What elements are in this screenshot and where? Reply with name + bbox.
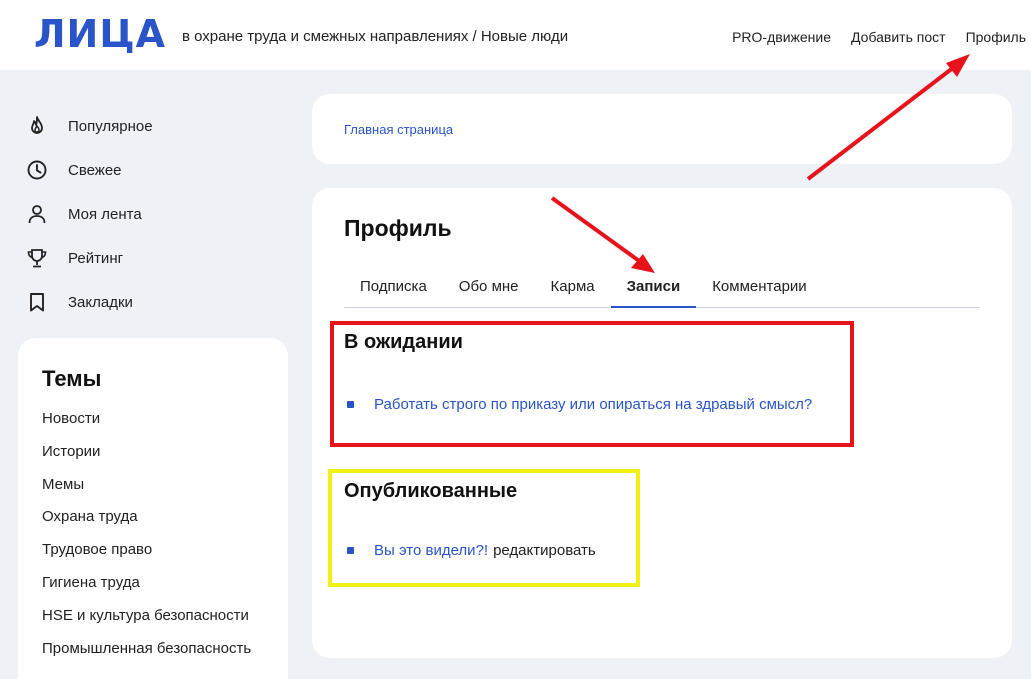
sidebar-item-label: Закладки: [68, 293, 133, 311]
annotation-red-box: [330, 321, 854, 447]
topic-item[interactable]: Охрана труда: [42, 508, 264, 541]
topic-item[interactable]: HSE и культура безопасности: [42, 607, 264, 640]
nav-pro-movement[interactable]: PRO-движение: [732, 28, 831, 46]
tab-posts[interactable]: Записи: [610, 268, 697, 308]
clock-icon: [26, 159, 48, 181]
tab-karma[interactable]: Карма: [535, 268, 611, 308]
sidebar-item-label: Свежее: [68, 161, 122, 179]
sidebar-item-my-feed[interactable]: Моя лента: [26, 192, 286, 236]
flame-icon: [26, 115, 48, 137]
topic-item[interactable]: Промышленная безопасность: [42, 640, 264, 673]
header: ЛИЦА в охране труда и смежных направлени…: [0, 0, 1031, 70]
site-logo[interactable]: ЛИЦА: [34, 14, 166, 54]
sidebar-nav: Популярное Свежее Моя лента Рейтинг Закл…: [26, 104, 286, 324]
page-title: Профиль: [344, 215, 452, 241]
bookmark-icon: [26, 291, 48, 313]
sidebar-item-rating[interactable]: Рейтинг: [26, 236, 286, 280]
tab-about[interactable]: Обо мне: [443, 268, 535, 308]
nav-add-post[interactable]: Добавить пост: [851, 28, 946, 46]
tab-comments[interactable]: Комментарии: [696, 268, 822, 308]
topic-item[interactable]: Истории: [42, 443, 264, 476]
top-nav: PRO-движение Добавить пост Профиль: [732, 28, 1031, 46]
topics-title: Темы: [42, 366, 102, 391]
topic-item[interactable]: Гигиена труда: [42, 574, 264, 607]
profile-tabs: Подписка Обо мне Карма Записи Комментари…: [344, 268, 980, 308]
sidebar-item-popular[interactable]: Популярное: [26, 104, 286, 148]
tab-subscription[interactable]: Подписка: [344, 268, 443, 308]
nav-profile[interactable]: Профиль: [966, 28, 1026, 46]
user-icon: [26, 203, 48, 225]
topic-item[interactable]: Трудовое право: [42, 541, 264, 574]
sidebar-item-label: Моя лента: [68, 205, 142, 223]
site-tagline: в охране труда и смежных направлениях / …: [182, 28, 569, 45]
sidebar-item-fresh[interactable]: Свежее: [26, 148, 286, 192]
sidebar-item-label: Популярное: [68, 117, 153, 135]
sidebar-item-label: Рейтинг: [68, 249, 124, 267]
topics-list: Новости Истории Мемы Охрана труда Трудов…: [42, 410, 264, 672]
breadcrumb-home-link[interactable]: Главная страница: [344, 122, 453, 137]
trophy-icon: [26, 247, 48, 269]
annotation-yellow-box: [328, 469, 640, 587]
sidebar-item-bookmarks[interactable]: Закладки: [26, 280, 286, 324]
topics-panel: Темы Новости Истории Мемы Охрана труда Т…: [18, 338, 288, 679]
breadcrumb: Главная страница: [312, 94, 1012, 164]
topic-item[interactable]: Мемы: [42, 476, 264, 509]
topic-item[interactable]: Новости: [42, 410, 264, 443]
